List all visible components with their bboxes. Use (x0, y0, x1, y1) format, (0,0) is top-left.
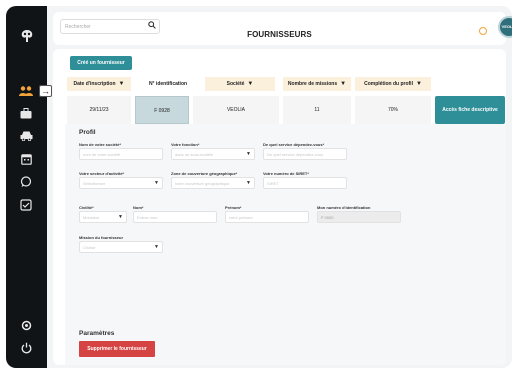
profile-title: Profil (79, 129, 96, 136)
col-header-label: Complétion du profil (364, 81, 413, 87)
create-supplier-button[interactable]: Créé un fournisseur (70, 56, 132, 70)
tree-logo-icon[interactable] (19, 28, 35, 44)
chevron-down-icon: ▼ (246, 180, 251, 186)
col-header-id[interactable]: N° identification (135, 77, 201, 91)
filter-icon[interactable]: ▼ (119, 77, 125, 91)
last-name-field[interactable]: Entrez nom (133, 211, 217, 223)
chevron-down-icon: ▼ (154, 244, 159, 250)
col-header-completion[interactable]: Complétion du profil ▼ (355, 77, 431, 91)
col-header-date[interactable]: Date d'inscription ▼ (67, 77, 131, 91)
col-header-missions[interactable]: Nombre de missions ▼ (283, 77, 351, 91)
delete-supplier-button[interactable]: Supprimer le fournisseur (79, 341, 155, 357)
sector-select[interactable]: Sélectionner ▼ (79, 177, 163, 189)
chat-icon[interactable] (16, 176, 36, 190)
col-header-label: Date d'inscription (73, 81, 116, 87)
role-select[interactable]: dans un sous-modèle ▼ (171, 148, 255, 160)
col-header-company[interactable]: Société ▼ (205, 77, 275, 91)
first-name-field[interactable]: votre prénom (225, 211, 309, 223)
car-icon[interactable] (16, 130, 36, 144)
department-field[interactable]: De quel service dépendez-vous (263, 148, 347, 160)
sector-select-text: Sélectionner (83, 181, 106, 186)
last-name-label: Nom* (133, 205, 144, 210)
col-header-label: Nombre de missions (287, 81, 338, 87)
zone-select[interactable]: votre couverture géographique ▼ (171, 177, 255, 189)
department-label: De quel service dépendez-vous* (263, 142, 325, 147)
notification-icon[interactable] (479, 27, 487, 35)
table-cell-missions[interactable]: 11 (283, 96, 351, 124)
top-bar: Rechercher FOURNISSEURS VEOLIA (53, 12, 512, 45)
chevron-down-icon: ▼ (154, 180, 159, 186)
ident-number-field: F 0920 (317, 211, 401, 223)
company-name-field[interactable]: nom de votre société (79, 148, 163, 160)
mission-select-text: Choisir (83, 245, 96, 250)
mission-select[interactable]: Choisir ▼ (79, 241, 163, 253)
calendar-icon[interactable] (16, 153, 36, 167)
siret-field[interactable]: SIRET (263, 177, 347, 189)
content-card: Créé un fournisseur Date d'inscription ▼ … (53, 49, 506, 365)
briefcase-icon[interactable] (16, 108, 36, 122)
company-name-label: Nom de votre société* (79, 142, 122, 147)
role-select-text: dans un sous-modèle (175, 152, 214, 157)
table-cell-company[interactable]: VEOLIA (193, 96, 279, 124)
chevron-down-icon: ▼ (246, 151, 251, 157)
profile-panel: Profil Nom de votre société* nom de votr… (65, 124, 506, 365)
zone-label: Zone de couverture géographique* (171, 171, 238, 176)
power-icon[interactable] (16, 342, 36, 356)
sector-label: Votre secteur d'activité* (79, 171, 125, 176)
table-cell-completion[interactable]: 70% (355, 96, 431, 124)
open-profile-button[interactable]: Accès fiche descriptive (435, 96, 505, 124)
ident-number-label: Mon numéro d'identification (317, 205, 371, 210)
civility-label: Civilité* (79, 205, 94, 210)
settings-icon[interactable] (16, 320, 36, 334)
page-title: FOURNISSEURS (247, 30, 312, 39)
checklist-icon[interactable] (16, 199, 36, 213)
civility-select[interactable]: Monsieur ▼ (79, 211, 127, 223)
table-cell-date[interactable]: 29/11/23 (67, 96, 131, 124)
main-area: Rechercher FOURNISSEURS VEOLIA Créé un f… (47, 6, 512, 368)
role-label: Votre fonction* (171, 142, 200, 147)
filter-icon[interactable]: ▼ (340, 77, 346, 91)
col-header-label: N° identification (148, 81, 188, 87)
users-icon[interactable] (16, 85, 36, 99)
civility-select-text: Monsieur (83, 215, 100, 220)
chevron-down-icon: ▼ (118, 214, 123, 220)
zone-select-text: votre couverture géographique (175, 181, 230, 186)
col-header-label: Société (226, 81, 245, 87)
first-name-label: Prénom* (225, 205, 242, 210)
table-cell-id[interactable]: F 0928 (135, 96, 189, 124)
filter-icon[interactable]: ▼ (416, 77, 422, 91)
app-window: → Rechercher FOURNISSEURS VEOL Créé un f… (6, 6, 512, 368)
sidebar: → (6, 6, 52, 368)
filter-icon[interactable]: ▼ (247, 77, 253, 91)
mission-label: Mission du fournisseur (79, 235, 124, 240)
params-title: Paramètres (79, 330, 115, 337)
siret-label: Votre numéro de SIRET* (263, 171, 309, 176)
